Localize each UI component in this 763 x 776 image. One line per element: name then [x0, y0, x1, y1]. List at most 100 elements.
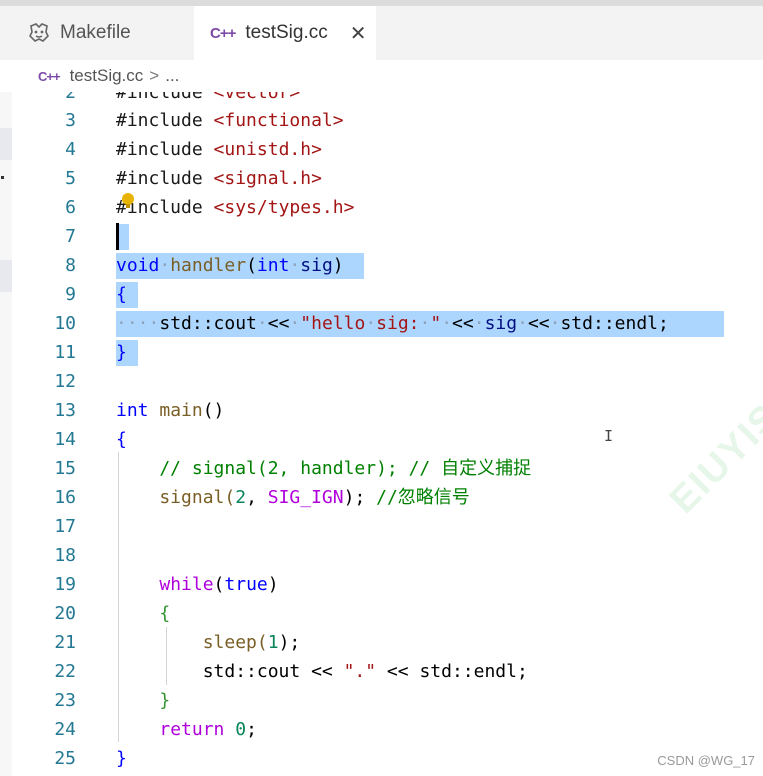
code-token: ; [246, 719, 257, 740]
code-token: sig [484, 313, 518, 334]
line-code: std::cout << "." << std::endl; [116, 657, 528, 686]
code-token: 0 [235, 719, 247, 740]
code-line-18: 18 [12, 541, 763, 570]
code-token: ( [246, 255, 257, 276]
code-token: 2 [235, 487, 247, 508]
line-number: 2 [65, 92, 76, 103]
code-line-22: 22 std::cout << "." << std::endl; [12, 657, 763, 686]
code-line-19: 19 while(true) [12, 570, 763, 599]
line-number: 3 [65, 110, 76, 131]
whitespace-dot: · [549, 313, 561, 334]
line-number: 14 [54, 429, 76, 450]
code-token: main [148, 400, 203, 421]
line-number: 25 [54, 748, 76, 769]
line-code: int main() [116, 396, 224, 425]
whitespace-dot: · [256, 313, 268, 334]
cpp-file-icon: C++ [210, 24, 236, 42]
code-token: true [224, 574, 268, 595]
line-code: #include <sys/types.h> [116, 193, 354, 222]
code-line-5: 5 #include <signal.h> [12, 164, 763, 193]
lightbulb-icon[interactable] [122, 193, 134, 208]
panel-highlight [0, 260, 12, 292]
code-token: , [246, 487, 268, 508]
line-code: #include <unistd.h> [116, 135, 322, 164]
code-line-15: 15 // signal(2, handler); // 自定义捕捉 [12, 454, 763, 483]
code-token: #include [116, 168, 214, 189]
code-token: " [430, 313, 442, 334]
indent-guide [166, 627, 167, 685]
tab-testsig[interactable]: C++ testSig.cc ✕ [194, 6, 376, 60]
whitespace-dot: · [289, 313, 301, 334]
code-token: SIG_IGN [267, 487, 344, 508]
code-token: ); [278, 632, 301, 653]
code-token: <sys/types.h> [213, 197, 355, 218]
code-line-11: 11 } [12, 338, 763, 367]
tab-testsig-label: testSig.cc [245, 22, 328, 43]
code-token: handler [170, 255, 247, 276]
code-line-9: 9 { [12, 280, 763, 309]
whitespace-dot: · [289, 255, 301, 276]
code-line-16: 16 signal(2, SIG_IGN); //忽略信号 [12, 483, 763, 512]
tab-makefile[interactable]: Makefile [14, 6, 194, 60]
code-token: std::cout << [116, 661, 344, 682]
text-cursor [116, 223, 119, 250]
code-line-4: 4 #include <unistd.h> [12, 135, 763, 164]
line-code: sleep(1); [116, 628, 301, 657]
code-line-7: 7 [12, 222, 763, 251]
line-number: 5 [65, 168, 76, 189]
code-token: << [267, 313, 290, 334]
code-line-25: 25 } [12, 744, 763, 773]
breadcrumb-more[interactable]: ... [165, 66, 179, 86]
line-number: 16 [54, 487, 76, 508]
makefile-icon [28, 22, 50, 44]
code-token: signal( [116, 487, 236, 508]
line-code: while(true) [116, 570, 279, 599]
line-number: 22 [54, 661, 76, 682]
line-number: 23 [54, 690, 76, 711]
code-editor[interactable]: 2 #include <vector> 3 #include <function… [12, 92, 763, 776]
line-number: 10 [54, 313, 76, 334]
whitespace-dot: · [473, 313, 485, 334]
code-token: return [159, 719, 225, 740]
code-token: ) [267, 574, 279, 595]
line-number: 9 [65, 284, 76, 305]
code-token: #include [116, 139, 214, 160]
code-line-17: 17 [12, 512, 763, 541]
panel-highlight [0, 128, 12, 160]
line-code: { [116, 603, 171, 624]
code-token: "." [343, 661, 377, 682]
code-token: 1 [267, 632, 279, 653]
code-token: sleep( [116, 632, 268, 653]
line-number: 24 [54, 719, 76, 740]
line-number: 7 [65, 226, 76, 247]
breadcrumb-file[interactable]: testSig.cc [70, 66, 144, 86]
code-token: while [159, 574, 214, 595]
line-number: 8 [65, 255, 76, 276]
code-token: std::cout [159, 313, 257, 334]
line-number: 15 [54, 458, 76, 479]
line-number: 18 [54, 545, 76, 566]
code-token: ); [343, 487, 377, 508]
code-token: () [202, 400, 225, 421]
code-token: int [256, 255, 290, 276]
line-code: } [116, 748, 127, 769]
code-line-21: 21 sleep(1); [12, 628, 763, 657]
indent-guide [118, 452, 119, 742]
code-token: <signal.h> [213, 168, 322, 189]
whitespace-dot: · [419, 313, 431, 334]
whitespace-dot: · [159, 255, 171, 276]
line-code: ····std::cout·<<·"hello·sig:·"·<<·sig·<<… [116, 309, 669, 338]
code-line-3: 3 #include <functional> [12, 106, 763, 135]
line-code: void·handler(int·sig) [116, 251, 344, 280]
code-token: int [116, 400, 149, 421]
close-icon[interactable]: ✕ [350, 21, 367, 45]
code-line-6: 6 #include <sys/types.h> [12, 193, 763, 222]
code-line-20: 20 { [12, 599, 763, 628]
line-number: 13 [54, 400, 76, 421]
code-token: <unistd.h> [213, 139, 322, 160]
left-edge-panel [0, 92, 12, 776]
line-number: 17 [54, 516, 76, 537]
code-token: << [452, 313, 474, 334]
